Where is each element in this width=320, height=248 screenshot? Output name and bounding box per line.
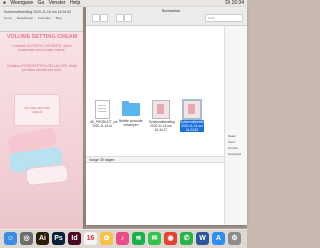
launchpad-icon: ◎ (23, 235, 30, 242)
file-label: Schermafbeelding 2020-11-16 om 16.34.52 (180, 120, 206, 132)
doc-icon (94, 100, 110, 119)
apple-icon[interactable]: ● (3, 0, 6, 6)
menu-bar: ● Weergave Ga Venster Help Di 16:34 (0, 0, 247, 7)
file-label: Schermafbeelding 2020-11-16 om 16.34.17 (149, 120, 175, 132)
chrome-icon: ◉ (167, 235, 174, 242)
calendar-icon: 16 (86, 235, 95, 242)
whatsapp-icon: ✆ (183, 235, 190, 242)
dock-itunes-button[interactable]: ♪ (116, 232, 129, 245)
preview-panel: Naam Soort Grootte Gewijzigd (224, 26, 247, 225)
folder-item[interactable]: Belofte productie ontwerpen (119, 100, 143, 127)
dock-app-store-button[interactable]: A (212, 232, 225, 245)
photoshop-icon: Ps (54, 235, 63, 242)
preview-field-modified: Gewijzigd (228, 152, 242, 156)
preview-field-name: Naam (228, 134, 237, 138)
finder-window: Bureaublad Zoek AE_PRODUCT_vis 2020-11-1… (86, 7, 247, 225)
product-description-1: Contains GLYCERYL STEARATE, which moistu… (12, 44, 72, 52)
section-header[interactable]: Vorige 30 dagen (86, 156, 247, 163)
forward-button[interactable] (100, 14, 108, 22)
product-page: VOLUME SETTING CREAM Contains GLYCERYL S… (0, 32, 83, 229)
dock-launchpad-button[interactable]: ◎ (20, 232, 33, 245)
finder-title: Bureaublad (162, 9, 180, 13)
browser-nav-links: Home Bestellingen Formulier Blog (4, 16, 66, 20)
folder-icon (122, 101, 140, 116)
dock-whatsapp-button[interactable]: ✆ (180, 232, 193, 245)
nav-link-home[interactable]: Home (4, 16, 12, 20)
dock-messages-button[interactable]: ✉ (148, 232, 161, 245)
nav-link-orders[interactable]: Bestellingen (17, 16, 33, 20)
dock-word-button[interactable]: W (196, 232, 209, 245)
search-input[interactable]: Zoek (205, 14, 243, 22)
browser-toolbar: Schermafbeelding 2020-11-16 om 16.34.52 … (0, 7, 83, 32)
file-grid: AE_PRODUCT_vis 2020-11-16.m Belofte prod… (86, 26, 247, 156)
nav-link-blog[interactable]: Blog (56, 16, 62, 20)
menu-item-go[interactable]: Ga (38, 0, 45, 6)
menubar-clock[interactable]: Di 16:34 (225, 0, 244, 7)
browser-window-title: Schermafbeelding 2020-11-16 om 16.34.52 (4, 10, 72, 14)
itunes-icon: ♪ (120, 235, 125, 242)
product-tube-white (25, 163, 69, 187)
spotify-icon: ≋ (135, 235, 142, 242)
view-icons-button[interactable] (116, 14, 124, 22)
back-button[interactable] (92, 14, 100, 22)
word-icon: W (199, 235, 206, 242)
file-grid-lower (86, 164, 247, 225)
file-item[interactable]: AE_PRODUCT_vis 2020-11-16.m (90, 100, 118, 128)
dock-photoshop-button[interactable]: Ps (52, 232, 65, 245)
product-description-2: Contains HYDROXYETHYLCELLULOSE, which pr… (6, 64, 78, 72)
dock-illustrator-button[interactable]: Ai (36, 232, 49, 245)
browser-window: Schermafbeelding 2020-11-16 om 16.34.52 … (0, 7, 83, 229)
menu-item-window[interactable]: Venster (49, 0, 66, 6)
finder-toolbar: Bureaublad Zoek (86, 7, 247, 26)
file-item-selected[interactable]: Schermafbeelding 2020-11-16 om 16.34.52 (180, 99, 206, 132)
photos-icon: ✿ (103, 235, 110, 242)
menu-item-view[interactable]: Weergave (10, 0, 33, 6)
dock: ☺ ◎ Ai Ps Id 16 ✿ ♪ ≋ ✉ ◉ ✆ W A ⚙ (0, 229, 247, 248)
appstore-icon: A (215, 235, 222, 242)
illustrator-icon: Ai (39, 235, 46, 242)
dock-chrome-button[interactable]: ◉ (164, 232, 177, 245)
dock-settings-button[interactable]: ⚙ (228, 232, 241, 245)
preview-field-size: Grootte (228, 146, 239, 150)
file-item[interactable]: Schermafbeelding 2020-11-16 om 16.34.17 (149, 100, 175, 132)
settings-icon: ⚙ (231, 235, 238, 242)
nav-link-form[interactable]: Formulier (38, 16, 51, 20)
dock-spotify-button[interactable]: ≋ (132, 232, 145, 245)
product-box-label: VOLUME SETTING CREAM (23, 106, 51, 114)
dock-indesign-button[interactable]: Id (68, 232, 81, 245)
screenshot-icon (152, 100, 170, 119)
view-list-button[interactable] (124, 14, 132, 22)
menu-item-help[interactable]: Help (70, 0, 80, 6)
dock-photos-button[interactable]: ✿ (100, 232, 113, 245)
messages-icon: ✉ (151, 235, 158, 242)
file-label: Belofte productie ontwerpen (119, 119, 143, 127)
preview-field-kind: Soort (228, 140, 236, 144)
finder-icon: ☺ (6, 235, 15, 242)
dock-finder-button[interactable]: ☺ (4, 232, 17, 245)
file-label: AE_PRODUCT_vis 2020-11-16.m (90, 120, 118, 128)
indesign-icon: Id (71, 235, 78, 242)
screenshot-icon (182, 99, 202, 120)
product-heading: VOLUME SETTING CREAM (6, 34, 78, 40)
product-box-image: VOLUME SETTING CREAM (14, 94, 60, 126)
dock-calendar-button[interactable]: 16 (84, 232, 97, 245)
